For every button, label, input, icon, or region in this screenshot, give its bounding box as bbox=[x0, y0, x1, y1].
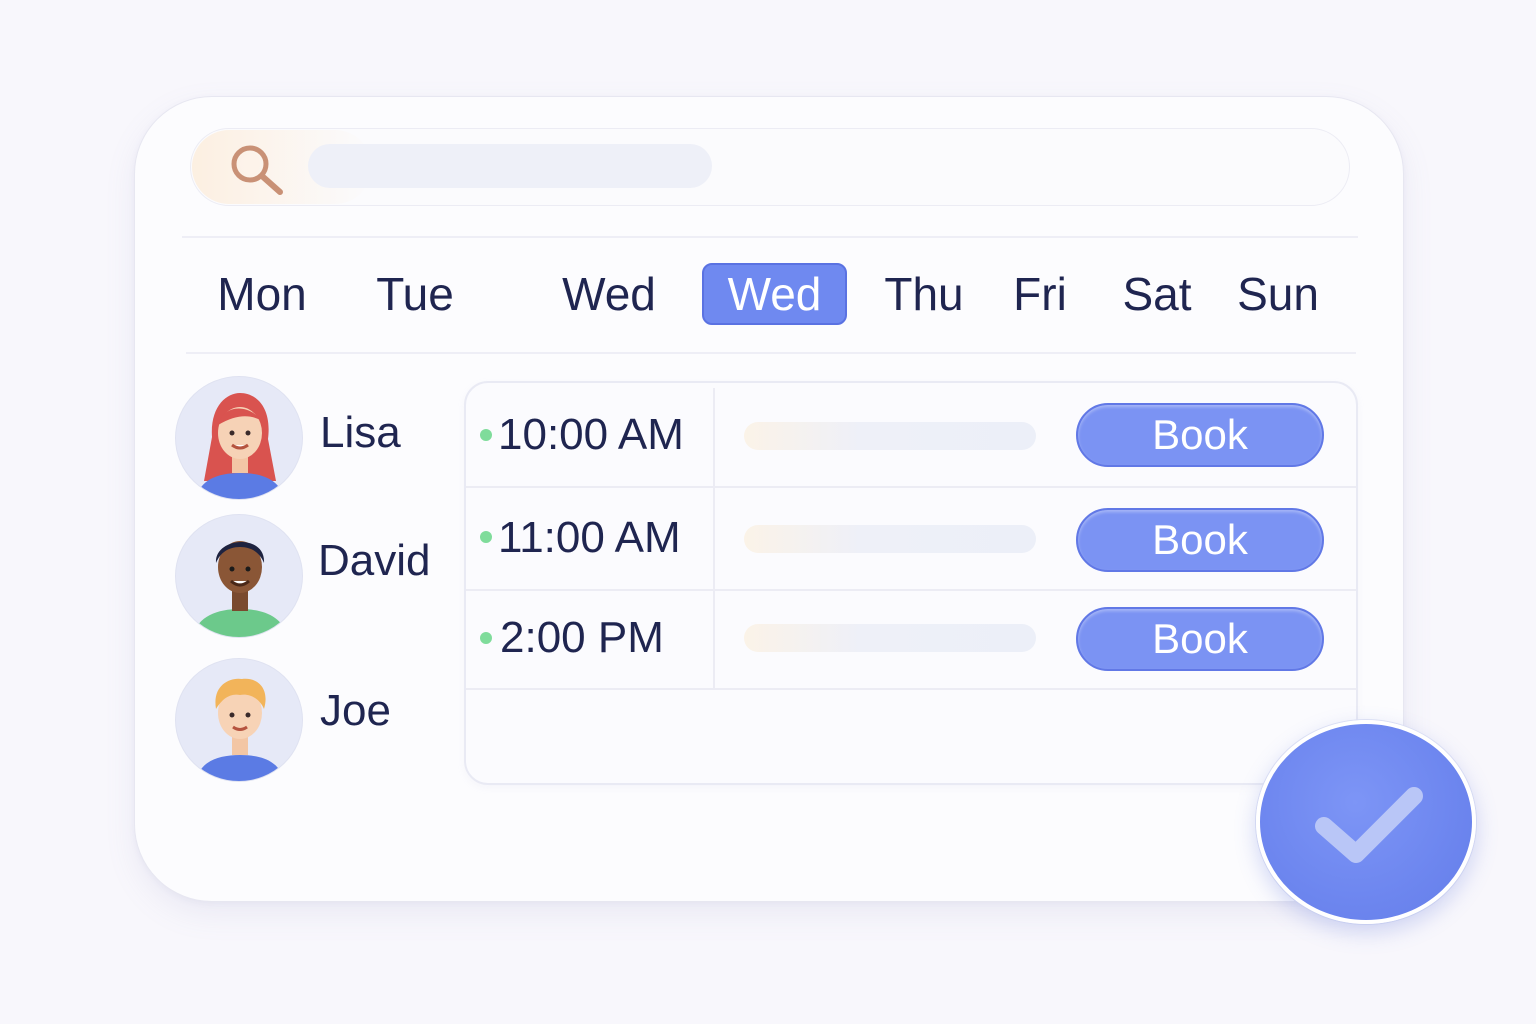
book-button-3[interactable]: Book bbox=[1076, 607, 1324, 671]
book-button-2[interactable]: Book bbox=[1076, 508, 1324, 572]
avatar-joe[interactable] bbox=[175, 658, 303, 782]
avatar-david[interactable] bbox=[175, 514, 303, 638]
boy-avatar-icon bbox=[196, 678, 284, 781]
availability-dot bbox=[480, 632, 492, 644]
timeslot-row-divider bbox=[466, 589, 1356, 591]
book-button-1[interactable]: Book bbox=[1076, 403, 1324, 467]
man-avatar-icon bbox=[192, 541, 288, 637]
slot-placeholder-bar bbox=[744, 525, 1036, 553]
slot-placeholder-bar bbox=[744, 624, 1036, 652]
availability-dot bbox=[480, 531, 492, 543]
person-name-joe: Joe bbox=[320, 686, 391, 735]
day-tab-mon[interactable]: Mon bbox=[206, 263, 318, 325]
slot-time-2: 11:00 AM bbox=[498, 513, 681, 562]
timeslot-row-divider bbox=[466, 688, 1356, 690]
check-icon bbox=[1315, 787, 1423, 863]
day-tab-sat[interactable]: Sat bbox=[1112, 263, 1202, 325]
timeslot-row-divider bbox=[466, 486, 1356, 488]
avatar-lisa[interactable] bbox=[175, 376, 303, 500]
person-name-david: David bbox=[318, 536, 431, 585]
slot-time-3: 2:00 PM bbox=[500, 613, 664, 662]
tabs-divider bbox=[186, 352, 1356, 354]
day-tab-tue[interactable]: Tue bbox=[362, 263, 468, 325]
timeslot-column-divider bbox=[713, 388, 715, 688]
header-divider bbox=[182, 236, 1358, 238]
day-tab-fri[interactable]: Fri bbox=[1004, 263, 1076, 325]
day-tab-sun[interactable]: Sun bbox=[1228, 263, 1328, 325]
person-name-lisa: Lisa bbox=[320, 408, 401, 457]
booking-screen: Mon Tue Wed Wed Thu Fri Sat Sun Lisa Dav… bbox=[0, 0, 1536, 1024]
search-icon[interactable] bbox=[224, 140, 288, 198]
availability-dot bbox=[480, 429, 492, 441]
woman-avatar-icon bbox=[196, 393, 284, 499]
slot-placeholder-bar bbox=[744, 422, 1036, 450]
confirm-button[interactable] bbox=[1256, 720, 1476, 924]
search-input[interactable] bbox=[308, 144, 712, 188]
day-tab-wed[interactable]: Wed bbox=[550, 263, 668, 325]
slot-time-1: 10:00 AM bbox=[498, 410, 684, 459]
day-tab-thu[interactable]: Thu bbox=[872, 263, 976, 325]
day-tab-wed-selected[interactable]: Wed bbox=[702, 263, 847, 325]
